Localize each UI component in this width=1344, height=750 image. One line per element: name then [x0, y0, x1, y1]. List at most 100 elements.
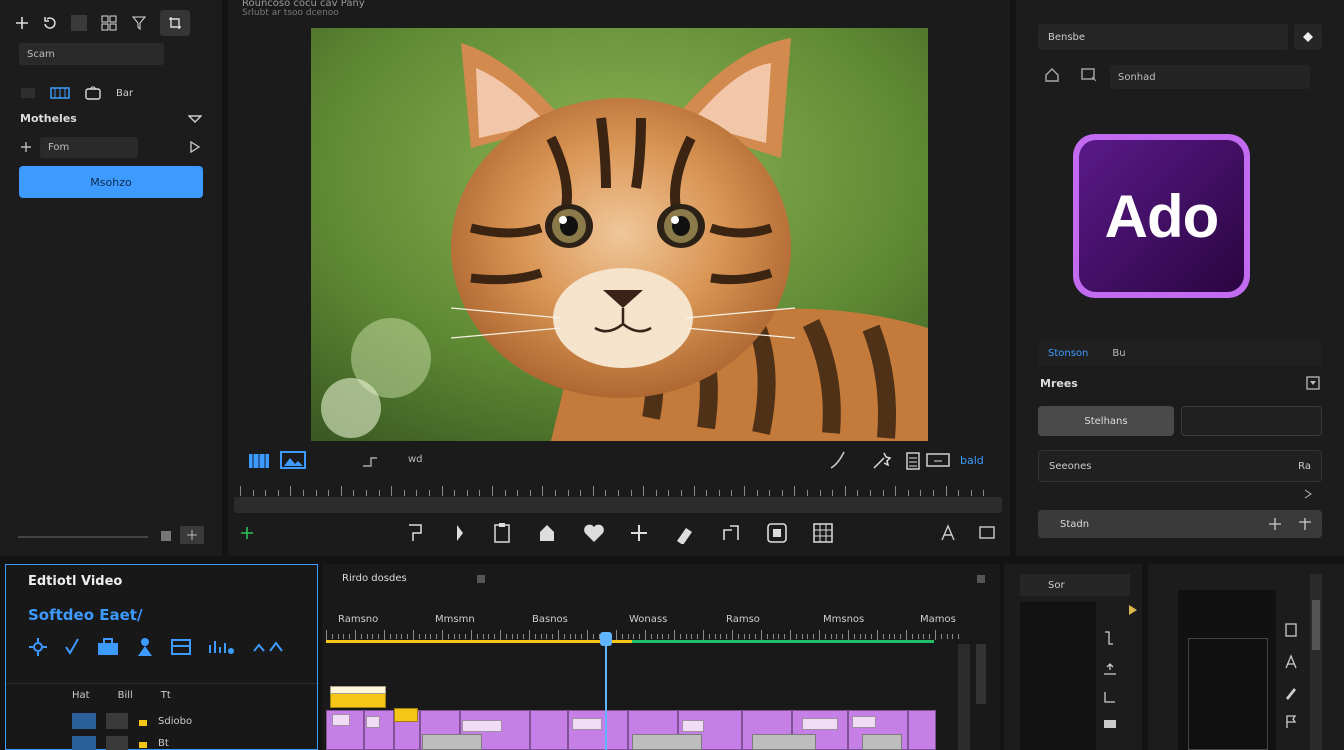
timeline-ruler[interactable]	[326, 630, 970, 640]
pin-icon[interactable]	[404, 522, 426, 544]
audio-clip[interactable]	[632, 734, 702, 750]
monitor-icon[interactable]	[926, 452, 950, 470]
scrubber-ruler[interactable]	[234, 484, 1002, 514]
grid-view-icon[interactable]	[812, 522, 834, 544]
square-icon[interactable]	[70, 14, 88, 32]
clip-thumbnail[interactable]	[332, 714, 350, 726]
curve-icon[interactable]	[828, 450, 848, 470]
diamond-icon[interactable]	[1294, 24, 1322, 50]
toolbar-right-label[interactable]: bald	[960, 454, 984, 467]
text-icon[interactable]	[940, 524, 956, 542]
tab-active[interactable]: Stonson	[1048, 348, 1088, 359]
primary-action-button[interactable]: Msohzo	[19, 166, 203, 198]
timeline-scrollbar[interactable]	[958, 644, 970, 750]
crop-icon[interactable]	[160, 10, 190, 36]
layers-scroll-thumb[interactable]	[1312, 600, 1320, 650]
settings-small-icon[interactable]	[180, 526, 204, 544]
clip-thumbnail[interactable]	[682, 720, 704, 732]
person-icon[interactable]	[136, 637, 154, 657]
add-track-icon[interactable]	[240, 526, 254, 540]
transform-icon[interactable]	[360, 452, 380, 470]
collapse-icon[interactable]	[1306, 376, 1320, 390]
tab-other[interactable]: Bu	[1112, 348, 1125, 359]
add-item-icon[interactable]	[20, 141, 32, 153]
title-clip-label[interactable]	[330, 686, 386, 694]
document-icon[interactable]	[906, 452, 920, 470]
clipboard-icon[interactable]	[492, 522, 512, 544]
clip-thumbnail[interactable]	[802, 718, 838, 730]
image-icon[interactable]	[280, 450, 306, 470]
work-area-bar-green[interactable]	[632, 640, 934, 643]
home-icon[interactable]	[1044, 67, 1060, 83]
footer-pin-icon[interactable]	[1298, 517, 1312, 531]
track-row[interactable]: Sdiobo	[72, 712, 312, 730]
video-clip[interactable]	[908, 710, 936, 750]
tag-icon[interactable]	[674, 522, 696, 544]
share-icon[interactable]	[252, 637, 286, 657]
search-input[interactable]: Scam	[19, 43, 164, 65]
film-view-icon[interactable]	[50, 86, 70, 100]
rotate-icon[interactable]	[42, 15, 58, 31]
fullscreen-icon[interactable]	[978, 524, 996, 542]
preview-image[interactable]	[311, 28, 928, 441]
work-area-bar-yellow[interactable]	[326, 640, 632, 643]
flag-icon[interactable]	[1284, 714, 1298, 730]
add-icon[interactable]	[14, 15, 30, 31]
left-slider-track[interactable]	[18, 536, 148, 538]
track-row[interactable]: Bt	[72, 735, 312, 750]
plus-icon[interactable]	[628, 522, 650, 544]
clip-thumbnail[interactable]	[462, 720, 502, 732]
film-icon[interactable]	[248, 452, 270, 470]
timeline-menu-icon[interactable]	[476, 574, 486, 584]
footer-button[interactable]: Stadn	[1060, 519, 1089, 530]
property-value-box[interactable]	[1181, 406, 1322, 436]
bookmark-icon[interactable]	[1284, 622, 1298, 638]
lock-icon[interactable]	[138, 738, 148, 748]
clip-thumbnail[interactable]	[366, 716, 380, 728]
clip-thumbnail[interactable]	[572, 718, 602, 730]
play-small-icon[interactable]	[189, 141, 201, 153]
camera-icon[interactable]	[84, 85, 102, 101]
timeline-scrollbar-2[interactable]	[976, 644, 986, 704]
check-icon[interactable]	[64, 637, 80, 657]
property-button-left[interactable]: Stelhans	[1038, 406, 1174, 436]
stop-icon[interactable]	[160, 530, 172, 542]
expand-icon[interactable]	[1302, 488, 1314, 500]
grid-icon[interactable]	[100, 14, 118, 32]
asset-search-input[interactable]: Sonhad	[1110, 65, 1310, 89]
curve-small-icon[interactable]	[1102, 630, 1116, 646]
lock-icon[interactable]	[138, 716, 148, 726]
marker-clip[interactable]	[394, 708, 418, 722]
property-row[interactable]: Seeones Ra	[1038, 450, 1322, 482]
video-clip[interactable]	[568, 710, 628, 750]
clip-thumbnail[interactable]	[852, 716, 876, 728]
audio-clip[interactable]	[752, 734, 816, 750]
gear-icon[interactable]	[28, 637, 48, 657]
audio-clip[interactable]	[862, 734, 902, 750]
list-view-icon[interactable]	[20, 86, 36, 100]
shape-icon[interactable]	[536, 522, 558, 544]
split-icon[interactable]	[446, 522, 468, 544]
play-arrow-icon[interactable]	[1128, 604, 1138, 616]
upload-icon[interactable]	[1102, 662, 1118, 676]
frame-icon[interactable]	[766, 522, 788, 544]
audio-clip[interactable]	[422, 734, 482, 750]
top-dropdown[interactable]: Bensbe	[1038, 24, 1288, 50]
chevron-down-icon[interactable]	[188, 114, 202, 124]
magic-wand-icon[interactable]	[872, 450, 892, 470]
audio-icon[interactable]	[208, 637, 236, 657]
tray-icon[interactable]	[170, 637, 192, 657]
heart-icon[interactable]	[582, 522, 606, 544]
bracket-icon[interactable]	[1102, 690, 1118, 704]
toolbox-icon[interactable]	[96, 637, 120, 657]
window-icon[interactable]	[1080, 67, 1098, 83]
item-name-input[interactable]: Fom	[40, 137, 138, 158]
pen-icon[interactable]	[1284, 684, 1298, 700]
footer-add-icon[interactable]	[1268, 517, 1282, 531]
comment-icon[interactable]	[1102, 718, 1118, 732]
video-clip[interactable]	[530, 710, 568, 750]
text-tool-icon[interactable]	[1284, 654, 1298, 670]
export-icon[interactable]	[720, 522, 742, 544]
playhead[interactable]	[599, 630, 613, 750]
filter-icon[interactable]	[130, 14, 148, 32]
